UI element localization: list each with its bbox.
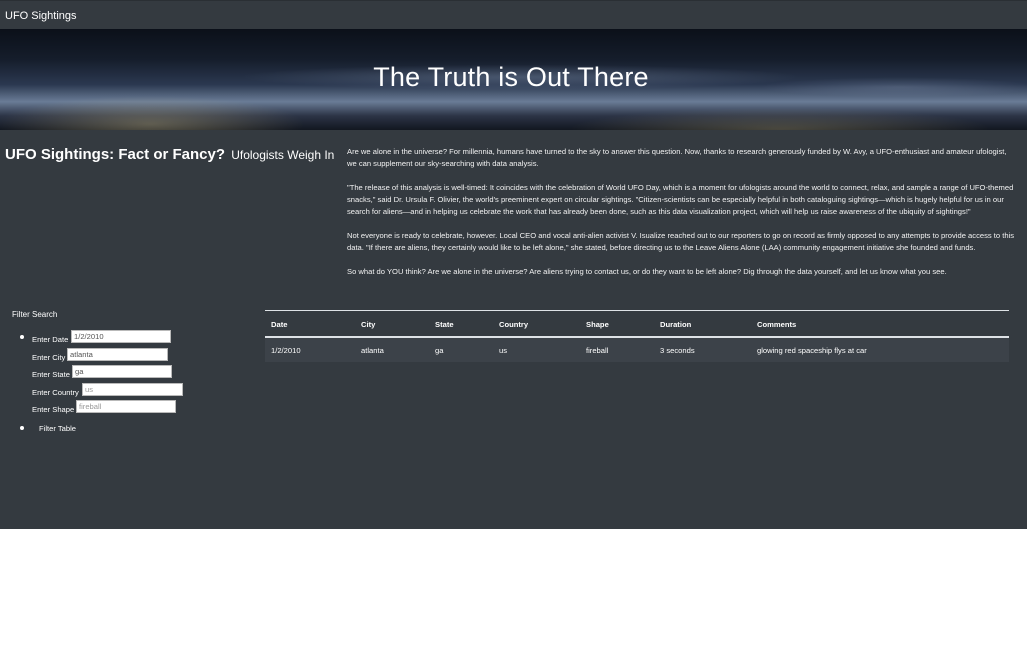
main-content: UFO Sightings: Fact or Fancy? Ufologists…: [0, 130, 1027, 529]
article-subtitle: Ufologists Weigh In: [231, 148, 335, 162]
filter-city-row: Enter City: [20, 347, 220, 366]
bullet-icon: [20, 335, 24, 339]
filter-date-row: Enter Date: [20, 330, 220, 348]
column-header-city: City: [361, 320, 376, 329]
filter-shape-row: Enter Shape: [20, 400, 220, 418]
article-paragraph: Not everyone is ready to celebrate, howe…: [347, 231, 1015, 252]
filter-table-button[interactable]: Filter Table: [39, 424, 76, 433]
filter-country-row: Enter Country: [20, 382, 220, 401]
filter-state-label: Enter State: [32, 370, 70, 379]
navbar-brand[interactable]: UFO Sightings: [5, 10, 77, 22]
hero-banner: The Truth is Out There: [0, 29, 1027, 130]
page: UFO Sightings The Truth is Out There UFO…: [0, 0, 1029, 668]
country-input[interactable]: [82, 382, 183, 396]
column-header-date: Date: [271, 320, 288, 329]
filter-date-label: Enter Date: [32, 335, 69, 344]
column-header-shape: Shape: [586, 320, 609, 329]
navbar: UFO Sightings: [0, 0, 1027, 30]
article-title: UFO Sightings: Fact or Fancy?: [5, 146, 226, 163]
table-cell-city: atlanta: [361, 346, 384, 355]
table-header: Date City State Country Shape Duration C…: [265, 311, 1009, 338]
date-input[interactable]: [71, 330, 171, 343]
column-header-comments: Comments: [757, 320, 797, 329]
bullet-icon: [20, 425, 24, 430]
table-cell-comments: glowing red spaceship flys at car: [757, 346, 867, 355]
city-input[interactable]: [67, 347, 168, 361]
hero-title: The Truth is Out There: [373, 62, 649, 92]
table-cell-date: 1/2/2010: [271, 346, 301, 355]
table-cell-country: us: [499, 346, 508, 355]
filter-form: Enter Date Enter City Enter State Enter …: [20, 330, 220, 440]
column-header-country: Country: [499, 320, 529, 329]
filter-state-row: Enter State: [20, 365, 220, 383]
filter-country-label: Enter Country: [32, 387, 79, 397]
table-row: 1/2/2010 atlanta ga us fireball 3 second…: [265, 338, 1009, 362]
filter-search-title: Filter Search: [12, 310, 58, 319]
table-cell-shape: fireball: [586, 346, 609, 355]
column-header-duration: Duration: [660, 320, 692, 329]
shape-input[interactable]: [76, 400, 176, 413]
filter-city-label: Enter City: [32, 352, 66, 362]
state-input[interactable]: [72, 365, 172, 378]
table-cell-duration: 3 seconds: [660, 346, 695, 355]
article-body: Are we alone in the universe? For millen…: [347, 146, 1017, 290]
article-paragraph: So what do YOU think? Are we alone in th…: [347, 267, 947, 276]
filter-shape-label: Enter Shape: [32, 405, 75, 414]
column-header-state: State: [435, 320, 454, 329]
article-headline: UFO Sightings: Fact or Fancy? Ufologists…: [5, 146, 334, 163]
article-paragraph: "The release of this analysis is well-ti…: [347, 183, 1014, 216]
table-cell-state: ga: [435, 346, 444, 355]
filter-button-row: Filter Table: [20, 420, 220, 440]
article-paragraph: Are we alone in the universe? For millen…: [347, 147, 1007, 168]
ufo-table: Date City State Country Shape Duration C…: [265, 310, 1009, 362]
